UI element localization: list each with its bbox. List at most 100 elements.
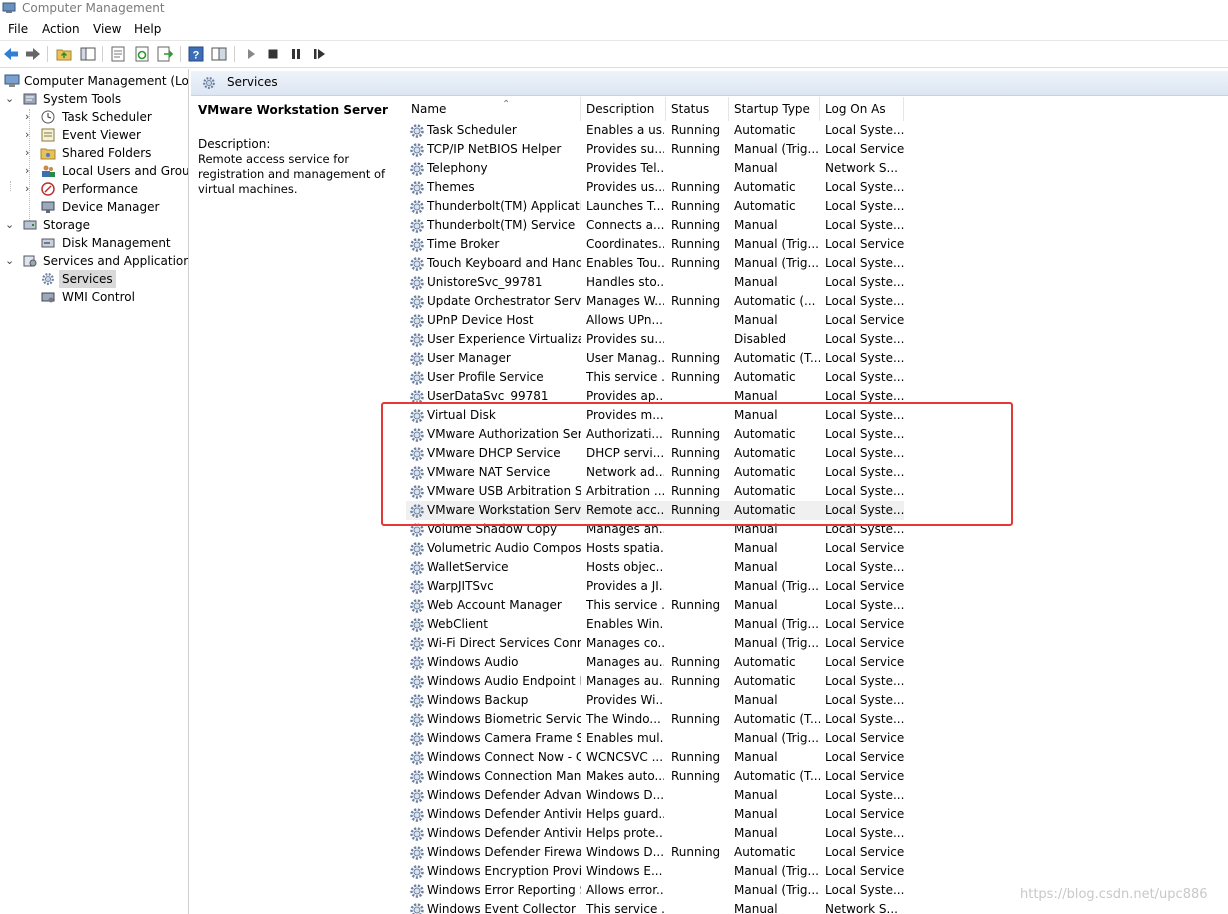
service-description: Connects a... (586, 218, 664, 232)
service-row[interactable]: VMware Authorization Servi... Authorizati… (406, 425, 1206, 444)
service-name: UPnP Device Host (427, 313, 534, 327)
pause-icon[interactable] (287, 45, 305, 63)
service-description-panel: VMware Workstation Server Description: R… (191, 97, 401, 914)
play-icon[interactable] (242, 45, 260, 63)
menu-file[interactable]: File (8, 22, 28, 36)
service-row[interactable]: Windows Biometric Service The Windo... Run… (406, 710, 1206, 729)
service-startup-type: Manual (734, 161, 778, 175)
service-row[interactable]: Web Account Manager This service ... Runni… (406, 596, 1206, 615)
selected-service-name: VMware Workstation Server (198, 103, 388, 117)
service-row[interactable]: UserDataSvc_99781 Provides ap... Manual Loc… (406, 387, 1206, 406)
forward-icon[interactable] (24, 45, 42, 63)
service-row[interactable]: User Manager User Manag... Running Automati… (406, 349, 1206, 368)
service-row[interactable]: VMware DHCP Service DHCP servi... Running A… (406, 444, 1206, 463)
service-row[interactable]: Windows Defender Antiviru... Helps prote.… (406, 824, 1206, 843)
service-description: Enables Win... (586, 617, 664, 631)
column-header-description[interactable]: Description (581, 97, 666, 121)
chevron-right-icon[interactable]: › (25, 162, 35, 180)
service-name: Virtual Disk (427, 408, 496, 422)
service-row[interactable]: VMware NAT Service Network ad... Running Au… (406, 463, 1206, 482)
service-row[interactable]: Volumetric Audio Composit... Hosts spatia… (406, 539, 1206, 558)
service-row[interactable]: Windows Defender Firewall Windows D... Run… (406, 843, 1206, 862)
service-row[interactable]: Windows Camera Frame Se... Enables mul...… (406, 729, 1206, 748)
service-name: Windows Camera Frame Se... (427, 731, 581, 745)
service-startup-type: Automatic (734, 484, 796, 498)
service-row[interactable]: VMware Workstation Server Remote acc... Ru… (406, 501, 904, 520)
service-status: Running (671, 427, 721, 441)
chevron-right-icon[interactable]: › (25, 126, 35, 144)
chevron-right-icon[interactable]: › (25, 144, 35, 162)
service-row[interactable]: User Experience Virtualizati... Provides … (406, 330, 1206, 349)
service-startup-type: Automatic (734, 655, 796, 669)
stop-icon[interactable] (264, 45, 282, 63)
service-row[interactable]: Windows Backup Provides Wi... Manual Local … (406, 691, 1206, 710)
service-row[interactable]: WarpJITSvc Provides a JI... Manual (Trig..… (406, 577, 1206, 596)
column-header-name[interactable]: Name ⌃ (406, 97, 581, 121)
service-status: Running (671, 180, 721, 194)
service-gear-icon (409, 902, 425, 914)
console-view-icon[interactable] (210, 45, 228, 63)
service-row[interactable]: Task Scheduler Enables a us... Running Auto… (406, 121, 1206, 140)
show-hide-tree-icon[interactable] (79, 45, 97, 63)
service-row[interactable]: Windows Audio Manages au... Running Automat… (406, 653, 1206, 672)
menu-action[interactable]: Action (42, 22, 80, 36)
menu-view[interactable]: View (93, 22, 121, 36)
service-startup-type: Manual (Trig... (734, 883, 819, 897)
refresh-icon[interactable] (133, 45, 151, 63)
column-header-status[interactable]: Status (666, 97, 729, 121)
restart-icon[interactable] (310, 45, 328, 63)
service-gear-icon (409, 788, 425, 804)
service-description: WCNCSVC ... (586, 750, 664, 764)
chevron-down-icon[interactable]: ⌄ (5, 252, 15, 270)
service-row[interactable]: WebClient Enables Win... Manual (Trig... Lo… (406, 615, 1206, 634)
service-row[interactable]: Thunderbolt(TM) Applicatio... Launches T.… (406, 197, 1206, 216)
service-row[interactable]: Touch Keyboard and Hand... Enables Tou...… (406, 254, 1206, 273)
export-list-icon[interactable] (156, 45, 174, 63)
service-row[interactable]: Windows Encryption Provid... Windows E...… (406, 862, 1206, 881)
service-gear-icon (409, 560, 425, 576)
service-row[interactable]: Update Orchestrator Service Manages W... R… (406, 292, 1206, 311)
service-row[interactable]: User Profile Service This service ... Runn… (406, 368, 1206, 387)
storage-icon (23, 220, 37, 230)
up-folder-icon[interactable] (55, 45, 73, 63)
service-row[interactable]: Windows Audio Endpoint B... Manages au...… (406, 672, 1206, 691)
service-row[interactable]: Themes Provides us... Running Automatic Loca… (406, 178, 1206, 197)
chevron-right-icon[interactable]: › (25, 180, 35, 198)
service-row[interactable]: Time Broker Coordinates... Running Manual (… (406, 235, 1206, 254)
service-description: Provides a JI... (586, 579, 664, 593)
service-row[interactable]: UnistoreSvc_99781 Handles sto... Manual Loc… (406, 273, 1206, 292)
service-row[interactable]: Windows Defender Antiviru... Helps guard.… (406, 805, 1206, 824)
service-row[interactable]: Windows Connect Now - C... WCNCSVC ... Run… (406, 748, 1206, 767)
service-status: Running (671, 655, 721, 669)
chevron-right-icon[interactable]: › (25, 108, 35, 126)
chevron-down-icon[interactable]: ⌄ (5, 90, 15, 108)
svg-text:?: ? (193, 50, 200, 62)
properties-icon[interactable] (109, 45, 127, 63)
chevron-down-icon[interactable]: ⌄ (5, 216, 15, 234)
back-icon[interactable] (2, 45, 20, 63)
service-log-on-as: Local Syste... (825, 446, 905, 460)
service-status: Running (671, 294, 721, 308)
service-row[interactable]: WalletService Hosts objec... Manual Local S… (406, 558, 1206, 577)
service-row[interactable]: Wi-Fi Direct Services Conne... Manages co… (406, 634, 1206, 653)
service-row[interactable]: Virtual Disk Provides m... Manual Local Sys… (406, 406, 1206, 425)
column-header-startup-type[interactable]: Startup Type (729, 97, 820, 121)
service-row[interactable]: Windows Connection Mana... Makes auto... R… (406, 767, 1206, 786)
service-gear-icon (409, 332, 425, 348)
watermark: https://blog.csdn.net/upc886 (1020, 887, 1208, 902)
service-row[interactable]: Windows Defender Advanc... Windows D... Ma… (406, 786, 1206, 805)
service-startup-type: Manual (734, 598, 778, 612)
service-name: Windows Defender Antiviru... (427, 826, 581, 840)
column-header-log-on-as[interactable]: Log On As (820, 97, 904, 121)
help-icon[interactable]: ? (187, 45, 205, 63)
service-description: Manages W... (586, 294, 664, 308)
service-row[interactable]: UPnP Device Host Allows UPn... Manual Local… (406, 311, 1206, 330)
service-row[interactable]: TCP/IP NetBIOS Helper Provides su... Runni… (406, 140, 1206, 159)
service-row[interactable]: Thunderbolt(TM) Service Connects a... Runn… (406, 216, 1206, 235)
service-row[interactable]: VMware USB Arbitration Ser... Arbitration… (406, 482, 1206, 501)
service-name: WebClient (427, 617, 488, 631)
service-row[interactable]: Volume Shadow Copy Manages an... Manual Loc… (406, 520, 1206, 539)
service-row[interactable]: Windows Event Collector This service ... M… (406, 900, 1206, 914)
service-row[interactable]: Telephony Provides Tel... Manual Network S.… (406, 159, 1206, 178)
menu-help[interactable]: Help (134, 22, 161, 36)
